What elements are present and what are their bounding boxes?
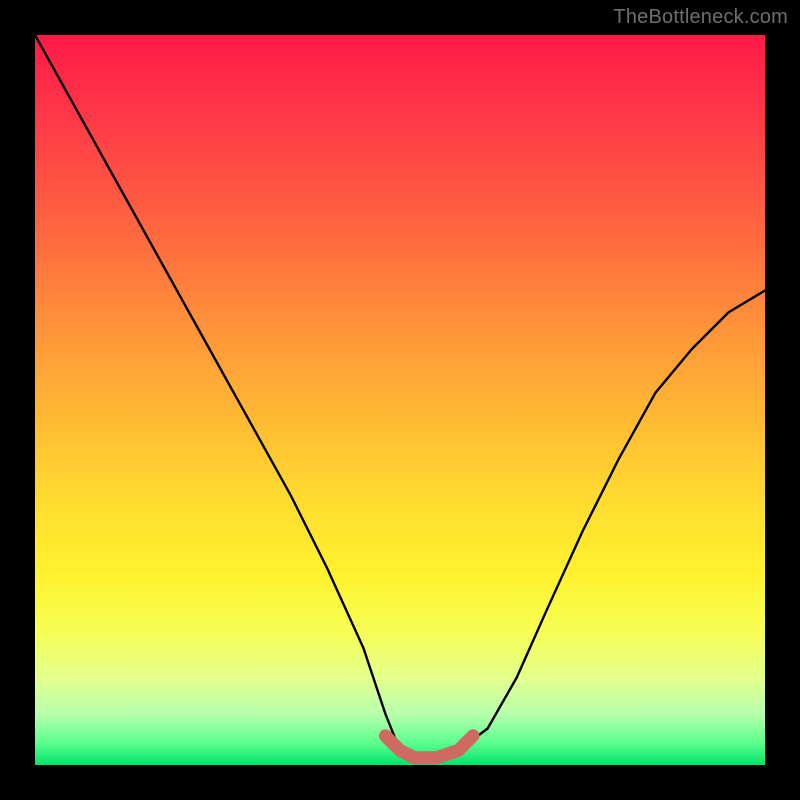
plot-area [35,35,765,765]
bottleneck-curve [35,35,765,758]
chart-svg [35,35,765,765]
trough-highlight [385,736,473,758]
attribution-text: TheBottleneck.com [613,6,788,29]
chart-frame: TheBottleneck.com [0,0,800,800]
